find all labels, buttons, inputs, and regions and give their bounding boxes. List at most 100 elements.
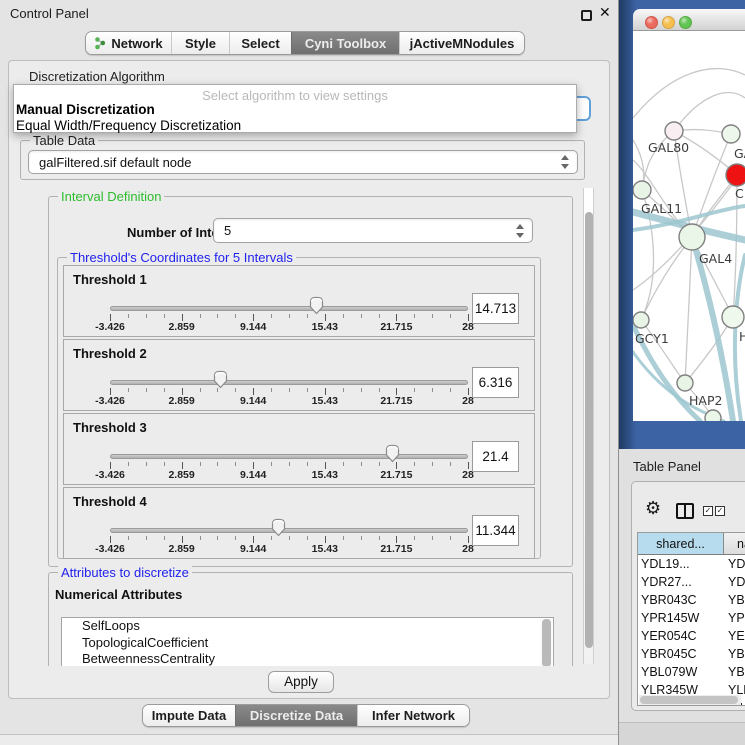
number-of-intervals-combobox[interactable]: 5 bbox=[213, 218, 533, 243]
network-node[interactable] bbox=[726, 164, 745, 186]
cell-name: YER0 bbox=[728, 627, 745, 645]
attributes-scrollbar-thumb[interactable] bbox=[542, 619, 551, 666]
tick-label: 21.715 bbox=[380, 395, 412, 407]
attributes-scrollbar[interactable] bbox=[540, 619, 552, 666]
network-node[interactable] bbox=[705, 410, 721, 421]
attributes-group: Attributes to discretize Numerical Attri… bbox=[48, 572, 573, 666]
network-node[interactable] bbox=[633, 181, 651, 199]
tab-impute-data[interactable]: Impute Data bbox=[143, 705, 235, 726]
table-row[interactable]: YBR043CYBR0 bbox=[638, 591, 745, 609]
network-node-label: GAL11 bbox=[641, 201, 682, 216]
network-node-label: HAP2 bbox=[689, 393, 722, 408]
interval-definition-group: Interval Definition Number of Intervals … bbox=[48, 196, 573, 567]
tab-network[interactable]: Network bbox=[86, 32, 171, 54]
network-node[interactable] bbox=[677, 375, 693, 391]
slider-ticks bbox=[110, 462, 468, 470]
gear-icon[interactable]: ⚙ bbox=[645, 498, 661, 519]
table-horizontal-scrollbar[interactable] bbox=[639, 695, 741, 705]
network-node[interactable] bbox=[722, 125, 740, 143]
close-light-icon[interactable] bbox=[645, 16, 658, 29]
tick-label: 9.144 bbox=[240, 543, 266, 555]
threshold-value-field[interactable]: 14.713 bbox=[472, 293, 519, 324]
slider-thumb[interactable] bbox=[385, 444, 400, 463]
zoom-light-icon[interactable] bbox=[679, 16, 692, 29]
app-root: Control Panel ✕ Network Style Select Cyni T… bbox=[0, 0, 745, 745]
table-row[interactable]: YBL079WYBL0 bbox=[638, 663, 745, 681]
column-selector-icon[interactable] bbox=[676, 503, 694, 519]
tab-label: Select bbox=[241, 36, 279, 51]
settings-scroll-pane: Interval Definition Number of Intervals … bbox=[20, 184, 598, 666]
table-horizontal-scrollbar-thumb[interactable] bbox=[640, 696, 738, 704]
tab-discretize-data[interactable]: Discretize Data bbox=[235, 705, 357, 726]
tab-infer-network[interactable]: Infer Network bbox=[357, 705, 469, 726]
threshold-label: Threshold 4 bbox=[73, 494, 147, 509]
slider-track[interactable] bbox=[110, 454, 468, 459]
network-node[interactable] bbox=[722, 306, 744, 328]
tab-label: Discretize Data bbox=[250, 708, 343, 723]
checkbox-icon[interactable]: ✓ bbox=[703, 506, 713, 516]
tab-label: jActiveMNodules bbox=[410, 36, 515, 51]
minimize-light-icon[interactable] bbox=[662, 16, 675, 29]
attribute-item[interactable]: TopologicalCoefficient bbox=[62, 635, 553, 652]
apply-button[interactable]: Apply bbox=[268, 671, 334, 693]
cell-shared-name: YDL19... bbox=[641, 555, 690, 573]
network-graph: GAL80GACGAL11GAL4GCY1HHAP2 bbox=[633, 31, 745, 421]
slider-thumb[interactable] bbox=[271, 518, 286, 537]
table-row[interactable]: YPR145WYPR1 bbox=[638, 609, 745, 627]
algorithm-option-0[interactable]: Manual Discretization bbox=[16, 102, 155, 117]
algorithm-option-1[interactable]: Equal Width/Frequency Discretization bbox=[16, 118, 241, 133]
table-panel-title: Table Panel bbox=[633, 459, 701, 474]
table-data-combobox[interactable]: galFiltered.sif default node bbox=[28, 150, 578, 174]
threshold-label: Threshold 2 bbox=[73, 346, 147, 361]
table-row[interactable]: YDL19...YDL1 bbox=[638, 555, 745, 573]
slider-thumb[interactable] bbox=[213, 370, 228, 389]
tick-label: 15.43 bbox=[312, 543, 338, 555]
combo-stepper-icon bbox=[561, 155, 570, 169]
table-row[interactable]: YER054CYER0 bbox=[638, 627, 745, 645]
network-node-label: GCY1 bbox=[635, 331, 669, 346]
numerical-attributes-list[interactable]: SelfLoopsTopologicalCoefficientBetweenne… bbox=[61, 617, 554, 666]
panel-title: Control Panel bbox=[10, 6, 89, 21]
close-icon[interactable]: ✕ bbox=[599, 4, 611, 21]
threshold-value-field[interactable]: 6.316 bbox=[472, 367, 519, 398]
network-node-label: H bbox=[739, 329, 745, 344]
threshold-value-field[interactable]: 21.4 bbox=[472, 441, 519, 472]
threshold-row-2: Threshold 2-3.4262.8599.14415.4321.71528… bbox=[63, 339, 535, 411]
table-header-name[interactable]: na bbox=[724, 533, 745, 555]
checkbox-icon[interactable]: ✓ bbox=[715, 506, 725, 516]
tick-label: 2.859 bbox=[168, 469, 194, 481]
node-attribute-table[interactable]: shared... na YDL19...YDL1YDR27...YDR2YBR… bbox=[637, 532, 745, 706]
table-row[interactable]: YDR27...YDR2 bbox=[638, 573, 745, 591]
table-data-group-title: Table Data bbox=[30, 133, 98, 148]
attribute-item[interactable]: SelfLoops bbox=[62, 618, 553, 635]
slider-thumb[interactable] bbox=[309, 296, 324, 315]
tab-label: Network bbox=[111, 36, 162, 51]
slider-track[interactable] bbox=[110, 528, 468, 533]
tab-jactivemnodules[interactable]: jActiveMNodules bbox=[399, 32, 524, 54]
network-node[interactable] bbox=[679, 224, 705, 250]
slider-track[interactable] bbox=[110, 380, 468, 385]
bottom-tab-bar: Impute Data Discretize Data Infer Network bbox=[142, 704, 470, 727]
network-node[interactable] bbox=[633, 312, 649, 328]
table-row[interactable]: YBR045CYBR0 bbox=[638, 645, 745, 663]
attribute-item[interactable]: BetweennessCentrality bbox=[62, 651, 553, 666]
tab-select[interactable]: Select bbox=[229, 32, 291, 54]
thresholds-group: Threshold's Coordinates for 5 Intervals … bbox=[57, 257, 541, 559]
discretization-algorithm-group-title: Discretization Algorithm bbox=[29, 69, 165, 84]
network-icon bbox=[94, 36, 106, 50]
cell-shared-name: YBR043C bbox=[641, 591, 697, 609]
network-canvas[interactable]: GAL80GACGAL11GAL4GCY1HHAP2 bbox=[633, 31, 745, 421]
float-window-icon[interactable] bbox=[581, 10, 592, 21]
tab-cyni-toolbox[interactable]: Cyni Toolbox bbox=[291, 32, 399, 54]
slider-track[interactable] bbox=[110, 306, 468, 311]
tab-label: Style bbox=[185, 36, 216, 51]
network-window-titlebar[interactable] bbox=[633, 9, 745, 31]
network-node[interactable] bbox=[665, 122, 683, 140]
tick-label: -3.426 bbox=[95, 543, 125, 555]
tab-style[interactable]: Style bbox=[171, 32, 229, 54]
settings-scrollbar-thumb[interactable] bbox=[585, 212, 593, 648]
network-node-label: C bbox=[735, 186, 744, 201]
table-header-shared-name[interactable]: shared... bbox=[638, 533, 724, 555]
threshold-label: Threshold 1 bbox=[73, 272, 147, 287]
threshold-value-field[interactable]: 11.344 bbox=[472, 515, 519, 546]
